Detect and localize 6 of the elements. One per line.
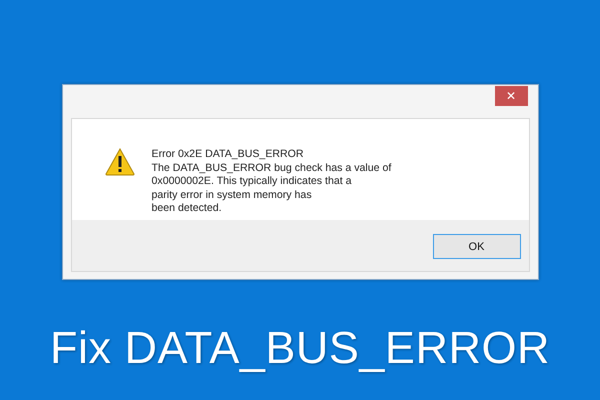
error-message: The DATA_BUS_ERROR bug check has a value of 0x0000002E. This typically indicates that a parity error in system memory has been detected. [152,162,392,216]
ok-button[interactable]: OK [432,234,520,259]
error-title: Error 0x2E DATA_BUS_ERROR [152,148,305,162]
headline: Fix DATA_BUS_ERROR [50,322,550,374]
warning-icon [104,148,134,176]
close-button[interactable]: ✕ [494,86,528,106]
